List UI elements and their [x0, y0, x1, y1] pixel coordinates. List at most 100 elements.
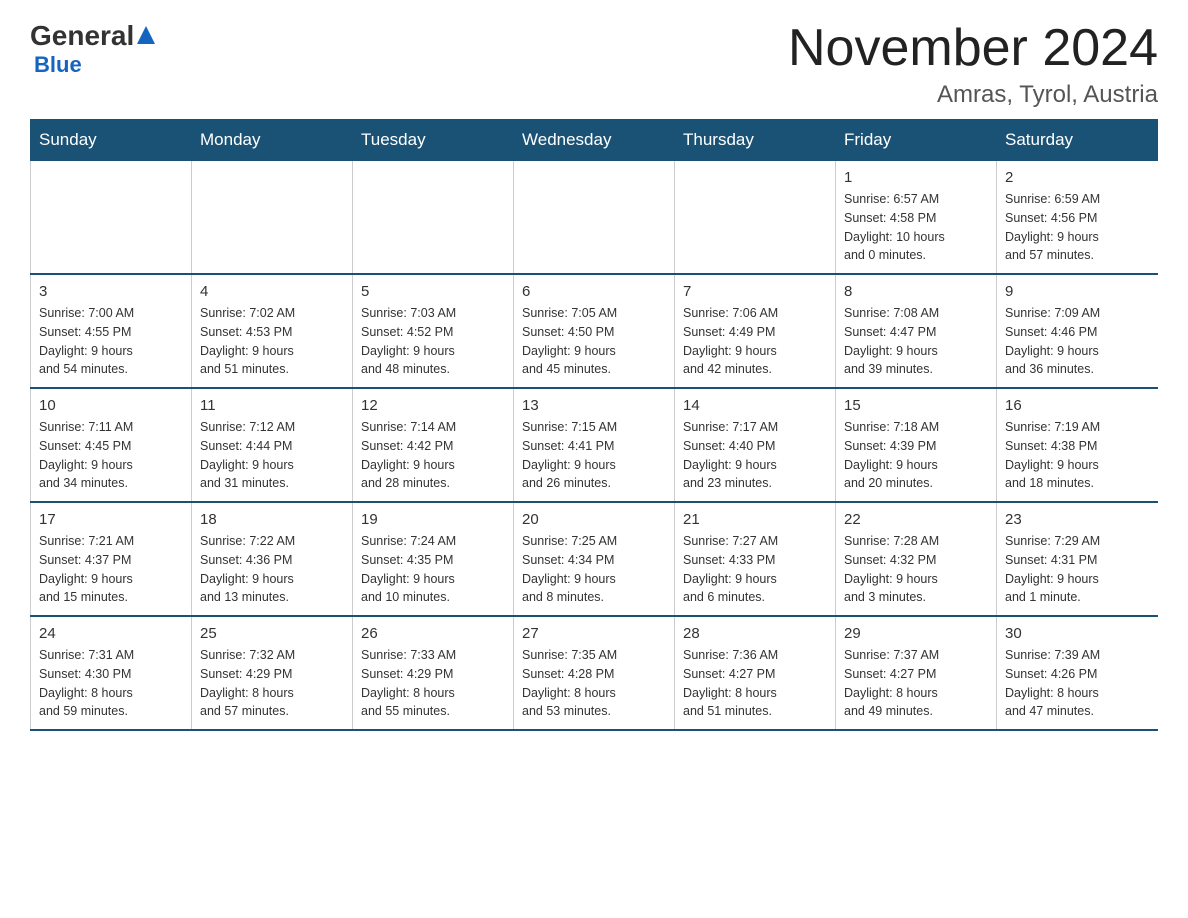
day-number: 22	[844, 511, 988, 528]
day-info: Sunrise: 7:31 AM Sunset: 4:30 PM Dayligh…	[39, 646, 183, 721]
day-info: Sunrise: 7:21 AM Sunset: 4:37 PM Dayligh…	[39, 532, 183, 607]
month-title: November 2024	[788, 20, 1158, 77]
header-wednesday: Wednesday	[514, 120, 675, 161]
table-row: 2 Sunrise: 6:59 AM Sunset: 4:56 PM Daylig…	[997, 161, 1158, 275]
table-row: 7 Sunrise: 7:06 AM Sunset: 4:49 PM Daylig…	[675, 274, 836, 388]
table-row: 15 Sunrise: 7:18 AM Sunset: 4:39 PM Dayli…	[836, 388, 997, 502]
header-monday: Monday	[192, 120, 353, 161]
table-row: 30 Sunrise: 7:39 AM Sunset: 4:26 PM Dayli…	[997, 616, 1158, 730]
table-row: 13 Sunrise: 7:15 AM Sunset: 4:41 PM Dayli…	[514, 388, 675, 502]
day-number: 23	[1005, 511, 1150, 528]
day-number: 12	[361, 397, 505, 414]
day-number: 16	[1005, 397, 1150, 414]
day-number: 20	[522, 511, 666, 528]
table-row: 23Sunrise: 7:29 AM Sunset: 4:31 PM Dayli…	[997, 502, 1158, 616]
page-header: General Blue November 2024 Amras, Tyrol,…	[30, 20, 1158, 109]
table-row: 21 Sunrise: 7:27 AM Sunset: 4:33 PM Dayli…	[675, 502, 836, 616]
table-row: 9Sunrise: 7:09 AM Sunset: 4:46 PM Daylig…	[997, 274, 1158, 388]
table-row: 12 Sunrise: 7:14 AM Sunset: 4:42 PM Dayli…	[353, 388, 514, 502]
day-info: Sunrise: 7:22 AM Sunset: 4:36 PM Dayligh…	[200, 532, 344, 607]
day-info: Sunrise: 7:02 AM Sunset: 4:53 PM Dayligh…	[200, 304, 344, 379]
day-number: 19	[361, 511, 505, 528]
day-number: 13	[522, 397, 666, 414]
day-number: 11	[200, 397, 344, 414]
day-number: 3	[39, 283, 183, 300]
table-row: 24 Sunrise: 7:31 AM Sunset: 4:30 PM Dayli…	[31, 616, 192, 730]
table-row: 14Sunrise: 7:17 AM Sunset: 4:40 PM Dayli…	[675, 388, 836, 502]
calendar-week-row: 17Sunrise: 7:21 AM Sunset: 4:37 PM Dayli…	[31, 502, 1158, 616]
day-info: Sunrise: 7:06 AM Sunset: 4:49 PM Dayligh…	[683, 304, 827, 379]
day-info: Sunrise: 7:09 AM Sunset: 4:46 PM Dayligh…	[1005, 304, 1150, 379]
header-thursday: Thursday	[675, 120, 836, 161]
table-row: 1 Sunrise: 6:57 AM Sunset: 4:58 PM Daylig…	[836, 161, 997, 275]
table-row: 6 Sunrise: 7:05 AM Sunset: 4:50 PM Daylig…	[514, 274, 675, 388]
day-info: Sunrise: 7:18 AM Sunset: 4:39 PM Dayligh…	[844, 418, 988, 493]
calendar-table: Sunday Monday Tuesday Wednesday Thursday…	[30, 119, 1158, 731]
day-number: 6	[522, 283, 666, 300]
table-row: 4 Sunrise: 7:02 AM Sunset: 4:53 PM Daylig…	[192, 274, 353, 388]
day-info: Sunrise: 7:25 AM Sunset: 4:34 PM Dayligh…	[522, 532, 666, 607]
day-number: 27	[522, 625, 666, 642]
table-row: 27 Sunrise: 7:35 AM Sunset: 4:28 PM Dayli…	[514, 616, 675, 730]
table-row: 29 Sunrise: 7:37 AM Sunset: 4:27 PM Dayli…	[836, 616, 997, 730]
header-tuesday: Tuesday	[353, 120, 514, 161]
table-row	[192, 161, 353, 275]
logo-general-text: General	[30, 20, 134, 52]
table-row: 17Sunrise: 7:21 AM Sunset: 4:37 PM Dayli…	[31, 502, 192, 616]
table-row: 28 Sunrise: 7:36 AM Sunset: 4:27 PM Dayli…	[675, 616, 836, 730]
day-info: Sunrise: 7:15 AM Sunset: 4:41 PM Dayligh…	[522, 418, 666, 493]
day-number: 18	[200, 511, 344, 528]
day-info: Sunrise: 6:57 AM Sunset: 4:58 PM Dayligh…	[844, 190, 988, 265]
day-info: Sunrise: 7:27 AM Sunset: 4:33 PM Dayligh…	[683, 532, 827, 607]
day-info: Sunrise: 7:24 AM Sunset: 4:35 PM Dayligh…	[361, 532, 505, 607]
calendar-week-row: 3 Sunrise: 7:00 AM Sunset: 4:55 PM Daylig…	[31, 274, 1158, 388]
table-row	[353, 161, 514, 275]
day-number: 21	[683, 511, 827, 528]
day-info: Sunrise: 7:12 AM Sunset: 4:44 PM Dayligh…	[200, 418, 344, 493]
day-info: Sunrise: 7:05 AM Sunset: 4:50 PM Dayligh…	[522, 304, 666, 379]
day-info: Sunrise: 7:35 AM Sunset: 4:28 PM Dayligh…	[522, 646, 666, 721]
table-row: 3 Sunrise: 7:00 AM Sunset: 4:55 PM Daylig…	[31, 274, 192, 388]
day-info: Sunrise: 7:00 AM Sunset: 4:55 PM Dayligh…	[39, 304, 183, 379]
calendar-week-row: 1 Sunrise: 6:57 AM Sunset: 4:58 PM Daylig…	[31, 161, 1158, 275]
day-number: 14	[683, 397, 827, 414]
day-info: Sunrise: 7:11 AM Sunset: 4:45 PM Dayligh…	[39, 418, 183, 493]
day-info: Sunrise: 7:37 AM Sunset: 4:27 PM Dayligh…	[844, 646, 988, 721]
table-row	[675, 161, 836, 275]
day-number: 1	[844, 169, 988, 186]
day-number: 25	[200, 625, 344, 642]
day-number: 7	[683, 283, 827, 300]
day-number: 5	[361, 283, 505, 300]
day-number: 15	[844, 397, 988, 414]
header-sunday: Sunday	[31, 120, 192, 161]
logo-triangle-icon	[137, 26, 155, 46]
logo-blue-text: Blue	[34, 52, 155, 78]
table-row: 25 Sunrise: 7:32 AM Sunset: 4:29 PM Dayli…	[192, 616, 353, 730]
day-number: 4	[200, 283, 344, 300]
day-info: Sunrise: 7:32 AM Sunset: 4:29 PM Dayligh…	[200, 646, 344, 721]
header-friday: Friday	[836, 120, 997, 161]
day-info: Sunrise: 6:59 AM Sunset: 4:56 PM Dayligh…	[1005, 190, 1150, 265]
table-row: 8 Sunrise: 7:08 AM Sunset: 4:47 PM Daylig…	[836, 274, 997, 388]
day-info: Sunrise: 7:03 AM Sunset: 4:52 PM Dayligh…	[361, 304, 505, 379]
table-row	[31, 161, 192, 275]
table-row: 11 Sunrise: 7:12 AM Sunset: 4:44 PM Dayli…	[192, 388, 353, 502]
day-info: Sunrise: 7:28 AM Sunset: 4:32 PM Dayligh…	[844, 532, 988, 607]
day-number: 30	[1005, 625, 1150, 642]
day-info: Sunrise: 7:39 AM Sunset: 4:26 PM Dayligh…	[1005, 646, 1150, 721]
day-info: Sunrise: 7:19 AM Sunset: 4:38 PM Dayligh…	[1005, 418, 1150, 493]
day-info: Sunrise: 7:14 AM Sunset: 4:42 PM Dayligh…	[361, 418, 505, 493]
calendar-week-row: 24 Sunrise: 7:31 AM Sunset: 4:30 PM Dayli…	[31, 616, 1158, 730]
day-number: 29	[844, 625, 988, 642]
day-info: Sunrise: 7:08 AM Sunset: 4:47 PM Dayligh…	[844, 304, 988, 379]
day-info: Sunrise: 7:36 AM Sunset: 4:27 PM Dayligh…	[683, 646, 827, 721]
calendar-header-row: Sunday Monday Tuesday Wednesday Thursday…	[31, 120, 1158, 161]
table-row: 22 Sunrise: 7:28 AM Sunset: 4:32 PM Dayli…	[836, 502, 997, 616]
day-number: 28	[683, 625, 827, 642]
day-number: 8	[844, 283, 988, 300]
table-row: 26Sunrise: 7:33 AM Sunset: 4:29 PM Dayli…	[353, 616, 514, 730]
table-row: 10Sunrise: 7:11 AM Sunset: 4:45 PM Dayli…	[31, 388, 192, 502]
location-title: Amras, Tyrol, Austria	[788, 81, 1158, 109]
day-number: 24	[39, 625, 183, 642]
day-number: 2	[1005, 169, 1150, 186]
